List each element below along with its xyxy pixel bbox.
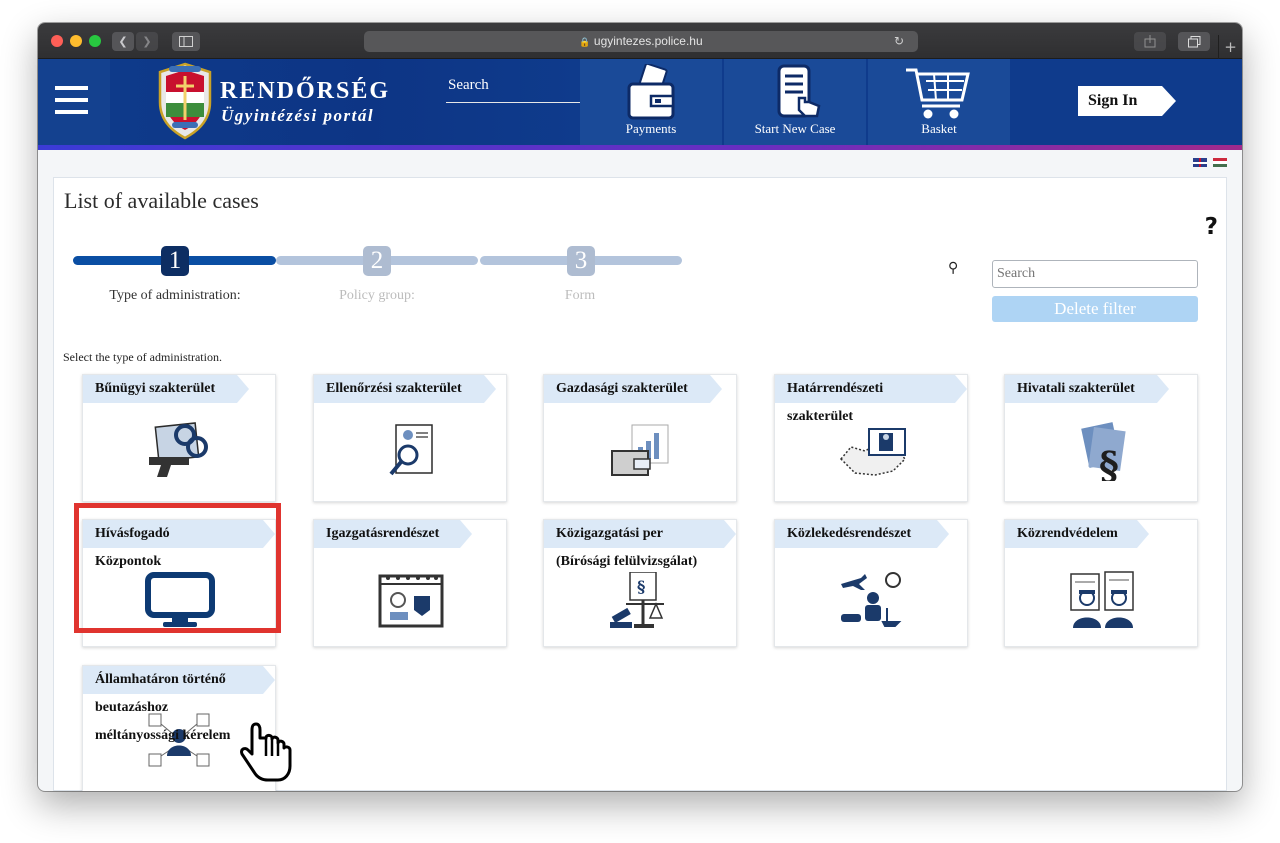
tabs-icon	[1187, 36, 1200, 48]
cases-panel: List of available cases ? 1 2 3 Type of …	[53, 177, 1227, 791]
card-title: Bűnügyi szakterület	[83, 375, 249, 403]
new-tab-button[interactable]: +	[1218, 35, 1242, 59]
traffic-icon	[841, 572, 902, 627]
border-map-icon	[839, 428, 907, 476]
browser-window: ❮ ❯ 🔒 ugyintezes.police.hu ↻ + RENDŐRSÉG…	[38, 23, 1242, 791]
card-title: Határrendészeti	[775, 375, 967, 403]
case-card-kozlekedesrendeszet[interactable]: Közlekedésrendészet	[774, 519, 968, 647]
share-button[interactable]	[1134, 32, 1166, 51]
instruction-text: Select the type of administration.	[63, 350, 222, 364]
sign-in-button[interactable]: Sign In	[1078, 86, 1176, 116]
wallet-chart-icon	[611, 424, 669, 476]
card-title: Hivatali szakterület	[1005, 375, 1169, 403]
delete-filter-button[interactable]: Delete filter	[992, 296, 1198, 322]
sidebar-icon	[179, 36, 193, 47]
case-card-hatarrendeszeti[interactable]: Határrendészeti szakterület	[774, 374, 968, 502]
card-title-line2: (Bírósági felülvizsgálat)	[556, 554, 698, 569]
url-text: ugyintezes.police.hu	[593, 34, 703, 48]
site-header: RENDŐRSÉG Ügyintézési portál Search ⚲ Pa…	[38, 59, 1242, 145]
police-crest-icon[interactable]	[156, 62, 214, 140]
search-icon: ⚲	[948, 260, 959, 276]
case-search-input[interactable]	[992, 260, 1198, 288]
svg-text:§: §	[1099, 443, 1119, 481]
handcuffs-pistol-icon	[149, 422, 208, 477]
back-button[interactable]: ❮	[112, 32, 134, 51]
menu-button[interactable]	[38, 59, 110, 145]
case-card-kozrendvedelem[interactable]: Közrendvédelem	[1004, 519, 1198, 647]
case-card-hivatali[interactable]: Hivatali szakterület §	[1004, 374, 1198, 502]
case-card-gazdasagi[interactable]: Gazdasági szakterület	[543, 374, 737, 502]
browser-toolbar: ❮ ❯ 🔒 ugyintezes.police.hu ↻ +	[38, 23, 1242, 59]
case-card-kozigazgatasi-per[interactable]: Közigazgatási per (Bírósági felülvizsgál…	[543, 519, 737, 647]
case-card-igazgatasrendeszet[interactable]: Igazgatásrendészet	[313, 519, 507, 647]
card-title: Gazdasági szakterület	[544, 375, 722, 403]
hamburger-icon-bar	[55, 98, 88, 102]
officers-icon	[1070, 571, 1134, 628]
nav-basket-label: Basket	[921, 121, 957, 136]
brand-subtitle: Ügyintézési portál	[221, 106, 375, 125]
case-card-ellenorzesi[interactable]: Ellenőrzési szakterület	[313, 374, 507, 502]
header-stripe	[38, 145, 1242, 150]
step-3-label: Form	[564, 288, 596, 303]
nav-payments-label: Payments	[625, 121, 677, 136]
cart-icon	[906, 68, 970, 119]
card-title: Közrendvédelem	[1005, 520, 1149, 548]
card-title-line2: szakterület	[787, 409, 854, 424]
document-magnifier-icon	[389, 424, 433, 476]
hamburger-icon-bar	[55, 110, 88, 114]
step-1-label: Type of administration:	[109, 288, 241, 303]
calendar-badge-icon	[378, 574, 444, 628]
chevron-right-icon: ❯	[142, 35, 152, 48]
card-title: Közigazgatási per	[544, 520, 736, 548]
card-title: Államhatáron történő	[83, 666, 275, 694]
paragraph-documents-icon: §	[1081, 422, 1126, 481]
hand-pointer-icon	[240, 722, 292, 782]
reload-icon[interactable]: ↻	[894, 31, 904, 52]
card-title: Igazgatásrendészet	[314, 520, 472, 548]
nav-basket[interactable]: Basket	[868, 59, 1010, 145]
close-window-button[interactable]	[51, 35, 63, 47]
zoom-window-button[interactable]	[89, 35, 101, 47]
svg-text:§: §	[637, 577, 645, 596]
step-3-number: 3	[567, 246, 595, 276]
step-1-number[interactable]: 1	[161, 246, 189, 276]
english-flag-icon[interactable]	[1193, 158, 1207, 167]
tabs-overview-button[interactable]	[1178, 32, 1210, 51]
document-hand-icon	[777, 64, 821, 118]
minimize-window-button[interactable]	[70, 35, 82, 47]
card-title: Közlekedésrendészet	[775, 520, 949, 548]
help-icon[interactable]: ?	[1205, 214, 1218, 240]
logo-area: RENDŐRSÉG Ügyintézési portál Search ⚲	[110, 59, 636, 145]
nav-start-new-case-label: Start New Case	[754, 121, 836, 136]
page-title: List of available cases	[64, 188, 259, 213]
hungarian-flag-icon[interactable]	[1213, 158, 1227, 167]
chevron-left-icon: ❮	[118, 35, 128, 48]
nav-start-new-case[interactable]: Start New Case	[724, 59, 866, 145]
nav-payments[interactable]: Payments	[580, 59, 722, 145]
sidebar-toggle-button[interactable]	[172, 32, 200, 51]
hamburger-icon-bar	[55, 86, 88, 90]
wallet-icon	[627, 64, 675, 120]
brand-title: RENDŐRSÉG	[220, 78, 391, 104]
card-title-line3: méltányossági kérelem	[95, 728, 231, 743]
step-2-number: 2	[363, 246, 391, 276]
share-icon	[1144, 35, 1156, 48]
selected-card-highlight	[74, 503, 281, 633]
forward-button[interactable]: ❯	[136, 32, 158, 51]
language-switcher	[1191, 154, 1227, 172]
address-bar[interactable]: 🔒 ugyintezes.police.hu ↻	[364, 31, 918, 52]
case-card-bunugyi[interactable]: Bűnügyi szakterület	[82, 374, 276, 502]
lock-icon: 🔒	[579, 37, 591, 47]
plus-icon: +	[1224, 38, 1237, 56]
card-title: Ellenőrzési szakterület	[314, 375, 496, 403]
step-2-label: Policy group:	[339, 288, 415, 303]
scales-gavel-icon: §	[610, 572, 664, 628]
header-search-input[interactable]: Search	[448, 77, 489, 94]
